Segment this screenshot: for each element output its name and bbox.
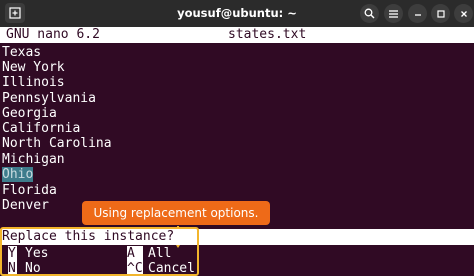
text-line[interactable]: Denver <box>2 198 49 214</box>
new-tab-icon <box>9 7 21 19</box>
yes-key[interactable]: Y <box>8 246 17 261</box>
replace-prompt-bar: Replace this instance? <box>0 229 474 245</box>
title-bar: yousuf@ubuntu: ~ <box>0 0 474 27</box>
nano-version: GNU nano 6.2 <box>6 27 100 42</box>
text-line[interactable]: Michigan <box>2 152 65 168</box>
maximize-icon <box>436 9 445 18</box>
text-line[interactable]: New York <box>2 60 65 76</box>
search-match-highlight: Ohio <box>2 167 34 182</box>
search-button[interactable] <box>360 4 379 23</box>
yes-option-label[interactable]: Yes <box>25 246 48 261</box>
text-line[interactable]: California <box>2 121 80 137</box>
no-option-label[interactable]: No <box>25 261 41 276</box>
text-line[interactable]: Pennsylvania <box>2 91 96 107</box>
highlighted-match-line[interactable]: Ohio <box>2 167 34 183</box>
annotation-callout: Using replacement options. <box>82 201 270 225</box>
cancel-option-label[interactable]: Cancel <box>148 261 195 276</box>
minimize-button[interactable] <box>408 4 427 23</box>
menu-button[interactable] <box>384 4 403 23</box>
close-button[interactable] <box>454 4 473 23</box>
file-name: states.txt <box>228 27 307 42</box>
text-line[interactable]: Georgia <box>2 106 57 122</box>
text-line[interactable]: Texas <box>2 45 41 61</box>
no-key[interactable]: N <box>8 261 17 276</box>
new-tab-button[interactable] <box>5 3 25 23</box>
text-line[interactable]: Illinois <box>2 75 65 91</box>
hamburger-icon <box>389 9 398 18</box>
search-icon <box>364 8 375 19</box>
nano-header-bar: GNU nano 6.2 states.txt <box>0 27 474 43</box>
minimize-icon <box>414 13 421 16</box>
all-key[interactable]: A <box>127 246 143 261</box>
all-option-label[interactable]: All <box>148 246 171 261</box>
maximize-button[interactable] <box>431 4 450 23</box>
text-line[interactable]: Florida <box>2 183 57 199</box>
close-icon <box>460 10 467 17</box>
cancel-key[interactable]: ^C <box>127 261 143 276</box>
text-line[interactable]: North Carolina <box>2 136 112 152</box>
replace-prompt-text: Replace this instance? <box>2 229 175 244</box>
